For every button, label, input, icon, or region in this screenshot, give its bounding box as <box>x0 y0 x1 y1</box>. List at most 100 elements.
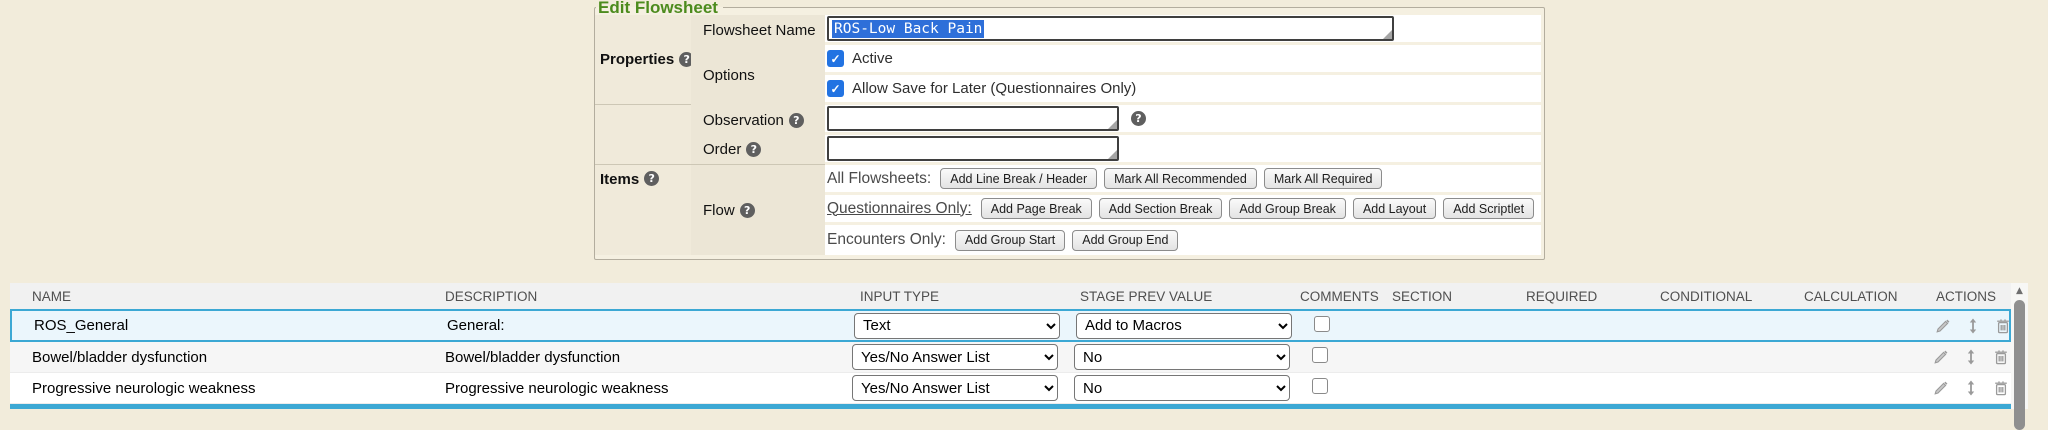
observation-label: Observation ? <box>691 105 825 135</box>
properties-section-label: Properties ? <box>595 15 691 105</box>
order-input[interactable] <box>827 136 1119 161</box>
flowsheet-name-label: Flowsheet Name <box>691 15 825 45</box>
stage-prev-value-cell: No <box>1072 375 1294 401</box>
flowsheet-form: Properties ? Items ? Flowsheet Name Opti… <box>595 15 1541 255</box>
column-header-input-type: INPUT TYPE <box>850 289 1072 304</box>
table-row[interactable]: Progressive neurologic weaknessProgressi… <box>10 373 2011 404</box>
item-description-cell: Bowel/bladder dysfunction <box>445 349 850 366</box>
column-header-description: DESCRIPTION <box>445 289 850 304</box>
help-icon[interactable]: ? <box>746 142 761 157</box>
add-line-break-header-button[interactable]: Add Line Break / Header <box>940 168 1097 189</box>
add-group-start-button[interactable]: Add Group Start <box>955 230 1065 251</box>
comments-cell <box>1294 378 1382 398</box>
label-column-spacer <box>691 225 825 255</box>
mark-all-recommended-button[interactable]: Mark All Recommended <box>1104 168 1257 189</box>
table-header-row: NAMEDESCRIPTIONINPUT TYPESTAGE PREV VALU… <box>10 283 2011 309</box>
add-page-break-button[interactable]: Add Page Break <box>981 198 1092 219</box>
active-checkbox[interactable]: ✓ <box>827 50 844 67</box>
stage-prev-value-cell: Add to Macros <box>1074 313 1296 339</box>
column-header-required: REQUIRED <box>1514 289 1654 304</box>
checkbox-label: Allow Save for Later (Questionnaires Onl… <box>852 80 1136 97</box>
help-icon[interactable]: ? <box>1131 111 1146 126</box>
options-label: Options <box>691 45 825 105</box>
actions-cell <box>1932 379 2015 397</box>
add-group-end-button[interactable]: Add Group End <box>1072 230 1178 251</box>
move-row-icon[interactable] <box>1962 379 1980 397</box>
input-type-select[interactable]: Yes/No Answer List <box>852 375 1058 401</box>
table-body: ROS_GeneralGeneral:Text Add to Macros Bowe… <box>10 309 2011 404</box>
column-header-comments: COMMENTS <box>1294 289 1382 304</box>
add-layout-button[interactable]: Add Layout <box>1353 198 1436 219</box>
table-row[interactable]: Bowel/bladder dysfunctionBowel/bladder d… <box>10 342 2011 373</box>
comments-cell <box>1296 316 1384 336</box>
actions-cell <box>1934 317 2017 335</box>
stage-prev-value-select[interactable]: No <box>1074 344 1290 370</box>
actions-cell <box>1932 348 2015 366</box>
column-header-name: NAME <box>10 289 445 304</box>
flow-group-all-flowsheets: All Flowsheets: Add Line Break / Header Ma… <box>825 165 1541 195</box>
flow-group-label: Questionnaires Only: <box>827 200 972 218</box>
help-icon[interactable]: ? <box>644 171 659 186</box>
add-scriptlet-button[interactable]: Add Scriptlet <box>1443 198 1534 219</box>
observation-input[interactable] <box>827 106 1119 131</box>
edit-pencil-icon[interactable] <box>1934 317 1952 335</box>
flow-group-label: Encounters Only: <box>827 231 946 249</box>
flow-group-questionnaires-only: Questionnaires Only: Add Page Break Add Se… <box>825 195 1541 225</box>
item-name-cell: Bowel/bladder dysfunction <box>10 349 445 366</box>
input-type-cell: Yes/No Answer List <box>850 375 1072 401</box>
comments-checkbox[interactable] <box>1312 378 1328 394</box>
checkbox-label: Active <box>852 50 893 67</box>
input-type-select[interactable]: Text <box>854 313 1060 339</box>
item-name-cell: Progressive neurologic weakness <box>10 380 445 397</box>
edit-flowsheet-panel: Edit Flowsheet Properties ? Items ? Flow… <box>594 0 1545 260</box>
input-type-cell: Text <box>852 313 1074 339</box>
label-column-spacer <box>595 105 691 165</box>
column-header-stage-prev-value: STAGE PREV VALUE <box>1072 289 1294 304</box>
flow-group-label: All Flowsheets: <box>827 170 931 188</box>
flowsheet-items-table: NAMEDESCRIPTIONINPUT TYPESTAGE PREV VALU… <box>10 283 2028 409</box>
delete-trash-icon[interactable] <box>1992 379 2010 397</box>
scrollbar-thumb[interactable] <box>2014 300 2025 430</box>
move-row-icon[interactable] <box>1964 317 1982 335</box>
add-group-break-button[interactable]: Add Group Break <box>1229 198 1346 219</box>
item-name-cell: ROS_General <box>12 317 447 334</box>
edit-pencil-icon[interactable] <box>1932 379 1950 397</box>
column-header-section: SECTION <box>1382 289 1514 304</box>
item-description-cell: General: <box>447 317 852 334</box>
allow-save-checkbox[interactable]: ✓ <box>827 80 844 97</box>
selected-text: ROS-Low Back Pain <box>832 20 984 38</box>
add-section-break-button[interactable]: Add Section Break <box>1099 198 1223 219</box>
comments-cell <box>1294 347 1382 367</box>
table-row[interactable]: ROS_GeneralGeneral:Text Add to Macros <box>10 309 2011 342</box>
resize-grip-icon[interactable] <box>1108 120 1117 129</box>
stage-prev-value-select[interactable]: Add to Macros <box>1076 313 1292 339</box>
move-row-icon[interactable] <box>1962 348 1980 366</box>
mark-all-required-button[interactable]: Mark All Required <box>1264 168 1383 189</box>
order-label: Order ? <box>691 135 825 165</box>
flowsheet-name-input[interactable]: ROS-Low Back Pain <box>827 16 1394 41</box>
edit-pencil-icon[interactable] <box>1932 348 1950 366</box>
flow-label: Flow ? <box>691 195 825 225</box>
column-header-actions: ACTIONS <box>1932 289 2011 304</box>
item-description-cell: Progressive neurologic weakness <box>445 380 850 397</box>
panel-title: Edit Flowsheet <box>596 0 723 15</box>
scroll-up-icon[interactable]: ▲ <box>2011 283 2028 298</box>
column-header-calculation: CALCULATION <box>1802 289 1932 304</box>
next-row-highlight-edge <box>10 404 2011 409</box>
input-type-select[interactable]: Yes/No Answer List <box>852 344 1058 370</box>
comments-checkbox[interactable] <box>1314 316 1330 332</box>
stage-prev-value-cell: No <box>1072 344 1294 370</box>
label-column-spacer <box>691 165 825 195</box>
delete-trash-icon[interactable] <box>1994 317 2012 335</box>
column-header-conditional: CONDITIONAL <box>1654 289 1802 304</box>
flow-group-encounters-only: Encounters Only: Add Group Start Add Group… <box>825 225 1541 255</box>
vertical-scrollbar[interactable]: ▲ <box>2011 283 2028 409</box>
input-type-cell: Yes/No Answer List <box>850 344 1072 370</box>
stage-prev-value-select[interactable]: No <box>1074 375 1290 401</box>
help-icon[interactable]: ? <box>740 203 755 218</box>
comments-checkbox[interactable] <box>1312 347 1328 363</box>
help-icon[interactable]: ? <box>789 113 804 128</box>
resize-grip-icon[interactable] <box>1108 150 1117 159</box>
delete-trash-icon[interactable] <box>1992 348 2010 366</box>
resize-grip-icon[interactable] <box>1383 30 1392 39</box>
